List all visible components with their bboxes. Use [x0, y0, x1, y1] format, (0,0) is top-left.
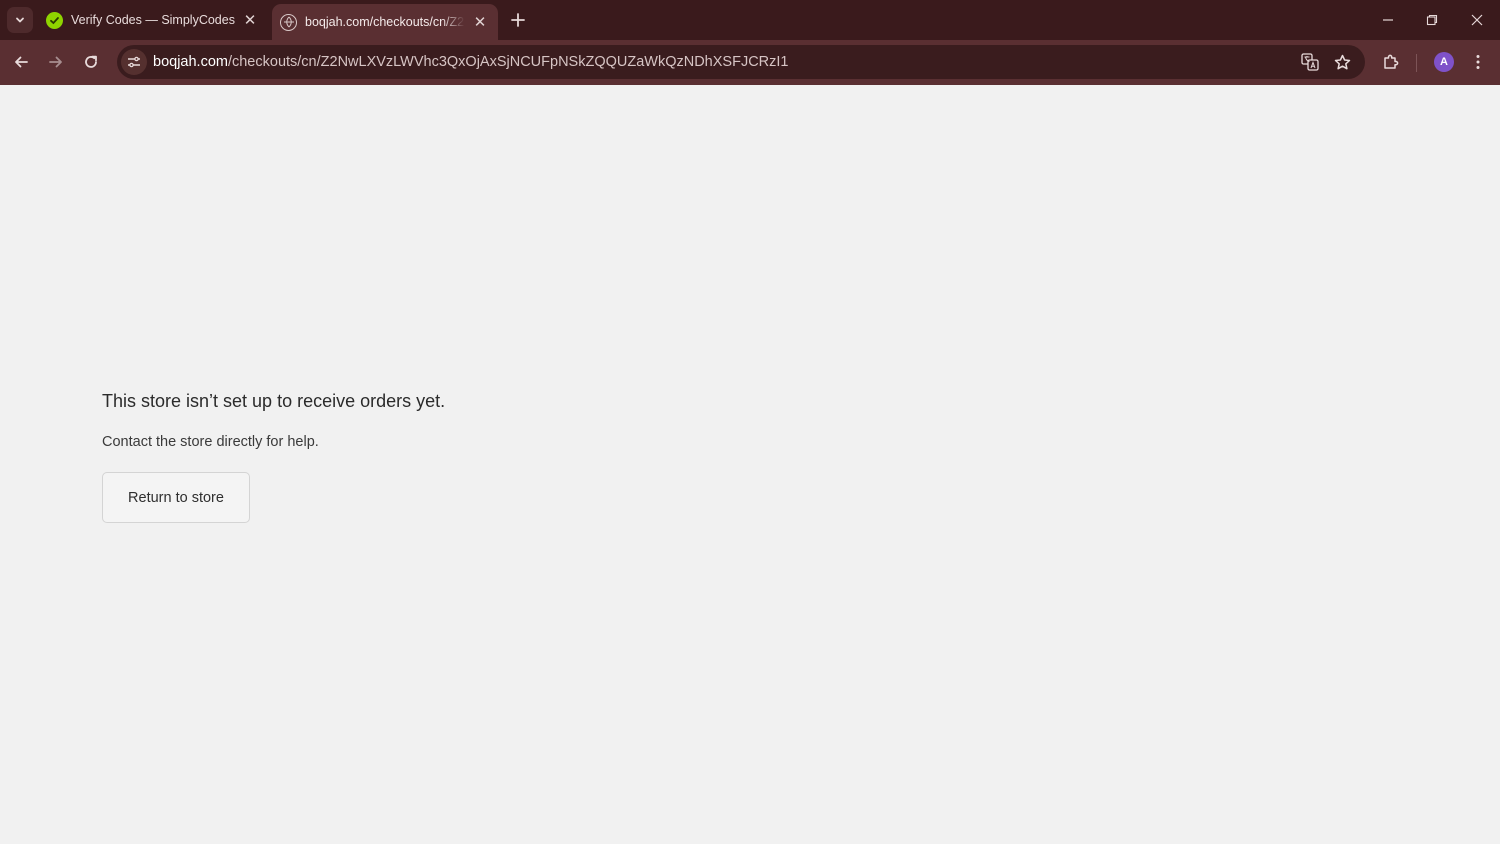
back-button[interactable] — [7, 48, 35, 76]
tab-simplycodes[interactable]: Verify Codes — SimplyCodes ✕ — [38, 0, 268, 40]
minimize-icon — [1383, 19, 1393, 21]
tune-icon — [128, 56, 140, 68]
close-icon — [1471, 14, 1483, 26]
tab-title: boqjah.com/checkouts/cn/Z2NwLXVzLWVhc3Qx… — [305, 15, 465, 29]
globe-icon — [280, 13, 297, 31]
reload-button[interactable] — [77, 48, 105, 76]
profile-avatar[interactable]: A — [1434, 52, 1454, 72]
puzzle-icon — [1384, 54, 1399, 69]
tab-title: Verify Codes — SimplyCodes — [71, 13, 235, 27]
address-bar[interactable]: boqjah.com/checkouts/cn/Z2NwLXVzLWVhc3Qx… — [117, 45, 1365, 79]
restore-icon — [1426, 14, 1438, 26]
tab-strip: Verify Codes — SimplyCodes ✕ boqjah.com/… — [0, 0, 1500, 40]
extensions-button[interactable] — [1377, 48, 1405, 76]
translate-button[interactable] — [1297, 49, 1323, 75]
url-host: boqjah.com — [153, 54, 228, 70]
page-content: This store isn’t set up to receive order… — [0, 85, 1500, 844]
tab-checkout[interactable]: boqjah.com/checkouts/cn/Z2NwLXVzLWVhc3Qx… — [272, 4, 498, 40]
browser-toolbar: boqjah.com/checkouts/cn/Z2NwLXVzLWVhc3Qx… — [0, 40, 1500, 85]
close-icon[interactable]: ✕ — [241, 11, 259, 29]
new-tab-button[interactable] — [507, 9, 529, 31]
minimize-button[interactable] — [1366, 0, 1410, 40]
window-close-button[interactable] — [1455, 0, 1499, 40]
return-to-store-button[interactable]: Return to store — [102, 472, 250, 523]
site-info-button[interactable] — [121, 49, 147, 75]
arrow-right-icon — [49, 56, 62, 68]
chevron-down-icon — [16, 17, 24, 23]
help-text: Contact the store directly for help. — [102, 434, 319, 450]
translate-icon — [1301, 53, 1319, 71]
kebab-menu-icon — [1476, 55, 1480, 69]
page-title: This store isn’t set up to receive order… — [102, 391, 446, 411]
tab-search-button[interactable] — [7, 7, 33, 33]
reload-icon — [85, 55, 97, 68]
close-icon[interactable]: ✕ — [471, 13, 489, 31]
arrow-left-icon — [15, 56, 28, 68]
url-path: /checkouts/cn/Z2NwLXVzLWVhc3QxOjAxSjNCUF… — [227, 54, 789, 70]
restore-button[interactable] — [1410, 0, 1454, 40]
star-icon — [1334, 54, 1350, 69]
url-text[interactable]: boqjah.com/checkouts/cn/Z2NwLXVzLWVhc3Qx… — [153, 45, 788, 79]
toolbar-divider — [1416, 54, 1417, 72]
forward-button[interactable] — [42, 48, 70, 76]
menu-button[interactable] — [1464, 48, 1492, 76]
bookmark-button[interactable] — [1329, 49, 1355, 75]
plus-icon — [511, 13, 525, 27]
simplycodes-icon — [46, 11, 63, 29]
